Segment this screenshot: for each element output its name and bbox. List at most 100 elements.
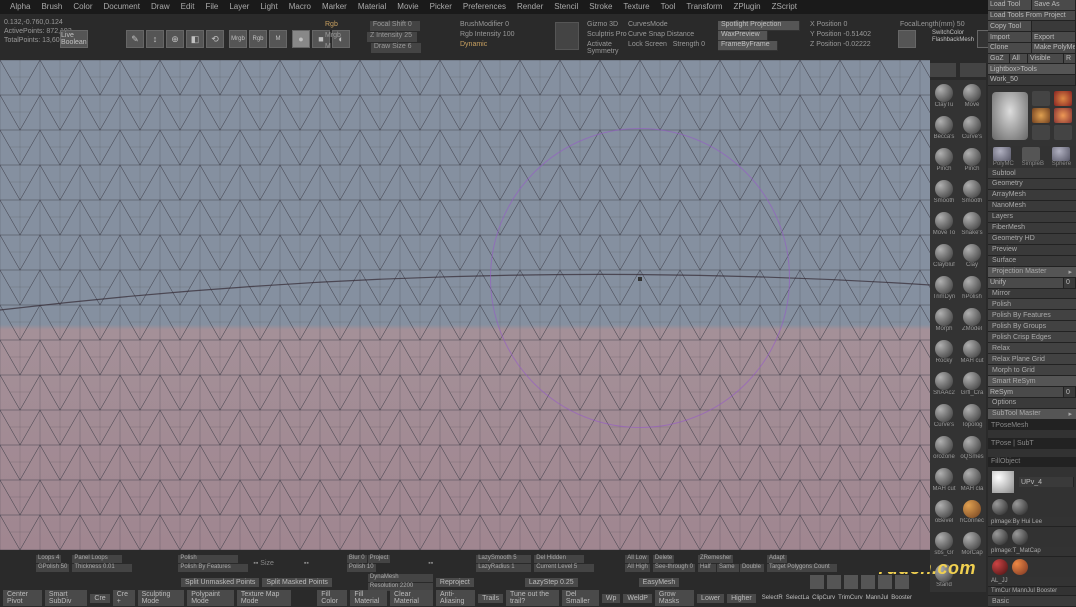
zremesher-button[interactable]: ZRemesher [698,555,733,563]
polish-morph-to-grid[interactable]: Morph to Grid [988,365,1076,376]
anti-aliasing-button[interactable]: Anti-Aliasing [436,590,475,606]
clear-material-button[interactable]: Clear Material [390,590,433,606]
gizmo-icon[interactable] [555,22,579,50]
menu-transform[interactable]: Transform [686,2,722,12]
brush-mahcut[interactable]: MAH cut [958,336,986,368]
polypaint-mode-button[interactable]: Polypaint Mode [187,590,234,606]
make-polymesh3d-button[interactable]: Make PolyMesh3D [1032,43,1076,53]
section-nanomesh[interactable]: NanoMesh [988,201,1076,212]
brush-hconnec[interactable]: hConnec [958,496,986,528]
framebyframe-button[interactable]: FrameByFrame [718,41,778,51]
brush-beccas[interactable]: Becca's [930,112,958,144]
section-geometry[interactable]: Geometry [988,179,1076,190]
weldp-button[interactable]: WeldP [623,594,652,603]
mat-sphere-5[interactable] [992,559,1008,575]
polish-polish-by-features[interactable]: Polish By Features [988,310,1076,321]
gpolish-50-slider[interactable]: GPolish 50 [36,564,69,572]
brush-oqsmes[interactable]: oQSmes [958,432,986,464]
menu-file[interactable]: File [205,2,218,12]
focal-length[interactable]: FocalLength(mm) 50 [900,21,965,28]
m-button[interactable]: M [269,30,287,48]
lower-button[interactable]: Lower [697,594,724,603]
camera-icon[interactable] [898,30,916,48]
menu-texture[interactable]: Texture [623,2,649,12]
import-button[interactable]: Import [988,32,1032,42]
draw-size-slider[interactable]: Draw Size 6 [371,43,421,53]
brush-curves[interactable]: Curve's [958,112,986,144]
menu-edit[interactable]: Edit [181,2,195,12]
dynamic-label[interactable]: Dynamic [460,41,487,48]
mat-sphere-3[interactable] [992,529,1008,545]
texture-map-mode-button[interactable]: Texture Map Mode [237,590,291,606]
load-tool-button[interactable]: Load Tool [988,0,1032,10]
brush-moveto[interactable]: Move To [930,208,958,240]
dynamesh-button[interactable]: DynaMesh [368,574,433,582]
menu-marker[interactable]: Marker [322,2,347,12]
menu-picker[interactable]: Picker [430,2,452,12]
double-button[interactable]: Double [740,564,764,572]
curves-mode-label[interactable]: CurvesMode [628,21,713,31]
brush-hpolish[interactable]: hPolish [958,272,986,304]
switch-color-label[interactable]: SwitchColor [932,30,974,36]
subtool-section[interactable]: Subtool [988,168,1076,179]
brush-shaac2[interactable]: ShAAc2 [930,368,958,400]
adapt-button[interactable]: Adapt [767,555,787,563]
easy-mesh-button[interactable]: EasyMesh [639,578,680,587]
fill-object-button[interactable]: FillObject [988,457,1076,468]
grow-masks-button[interactable]: Grow Masks [655,590,694,606]
basic-label[interactable]: Basic [988,596,1076,607]
simplebrush-thumb[interactable] [1022,147,1040,161]
del-smaller-button[interactable]: Del Smaller [562,590,599,606]
blur-slider[interactable]: Blur 0 [347,555,367,563]
palette-top-btn-2[interactable] [960,63,986,77]
sphere-thumb[interactable] [1052,147,1070,161]
menu-movie[interactable]: Movie [397,2,418,12]
menu-light[interactable]: Light [260,2,277,12]
brush-morph[interactable]: Morph [930,304,958,336]
brush-snakes[interactable]: Snake's [958,208,986,240]
same-button[interactable]: Same [717,564,739,572]
reproject-button[interactable]: Reproject [436,578,474,587]
brush-trimdyn[interactable]: TrimDyn [930,272,958,304]
brush-smooth[interactable]: Smooth [930,176,958,208]
fill-color-button[interactable]: Fill Color [317,590,347,606]
clone-button[interactable]: Clone [988,43,1032,53]
curve-snap-label[interactable]: Curve Snap Distance [628,31,713,41]
half-button[interactable]: Half [698,564,716,572]
active-tool-thumbnail[interactable] [992,92,1028,140]
menu-macro[interactable]: Macro [289,2,311,12]
current-level-slider[interactable]: Current Level 5 [534,564,594,572]
mirror-button[interactable]: Mirror [988,289,1076,300]
focal-shift-slider[interactable]: Focal Shift 0 [370,21,420,31]
goz-all-button[interactable]: All [1010,54,1028,64]
selectlasso-icon[interactable] [827,575,841,589]
rotate-mode-icon[interactable]: ⟲ [206,30,224,48]
mat-sphere-4[interactable] [1012,529,1028,545]
brush-mahcla[interactable]: MAH cla [958,464,986,496]
cre-plus-button[interactable]: Cre + [113,590,135,606]
save-as-button[interactable]: Save As [1032,0,1076,10]
goz-r-button[interactable]: R [1064,54,1076,64]
split-unmasked-button[interactable]: Split Unmasked Points [181,578,259,587]
menu-render[interactable]: Render [517,2,543,12]
menu-material[interactable]: Material [358,2,386,12]
spotlight-projection-button[interactable]: Spotlight Projection [718,21,800,31]
clipcurve-icon[interactable] [844,575,858,589]
menu-stroke[interactable]: Stroke [589,2,612,12]
split-masked-button[interactable]: Split Masked Points [262,578,331,587]
menu-preferences[interactable]: Preferences [463,2,506,12]
scale-mode-icon[interactable]: ◧ [186,30,204,48]
mannjul-icon[interactable] [878,575,892,589]
move-mode-icon[interactable]: ⊕ [166,30,184,48]
delete-button[interactable]: Delete [653,555,674,563]
mrgb-button[interactable]: Mrgb [229,30,247,48]
options-section[interactable]: Options [988,398,1076,409]
polish-relax-plane-grid[interactable]: Relax Plane Grid [988,354,1076,365]
brush-zmodel[interactable]: ZModel [958,304,986,336]
smart-subdiv-button[interactable]: Smart SubDiv [45,590,88,606]
material-preview-sphere[interactable] [992,471,1014,493]
brush-sbsgr[interactable]: sbs_Gr [930,528,958,560]
center-pivot-button[interactable]: Center Pivot [3,590,42,606]
strength-label[interactable]: Strength 0 [673,41,705,48]
trails-button[interactable]: Trails [478,594,503,603]
